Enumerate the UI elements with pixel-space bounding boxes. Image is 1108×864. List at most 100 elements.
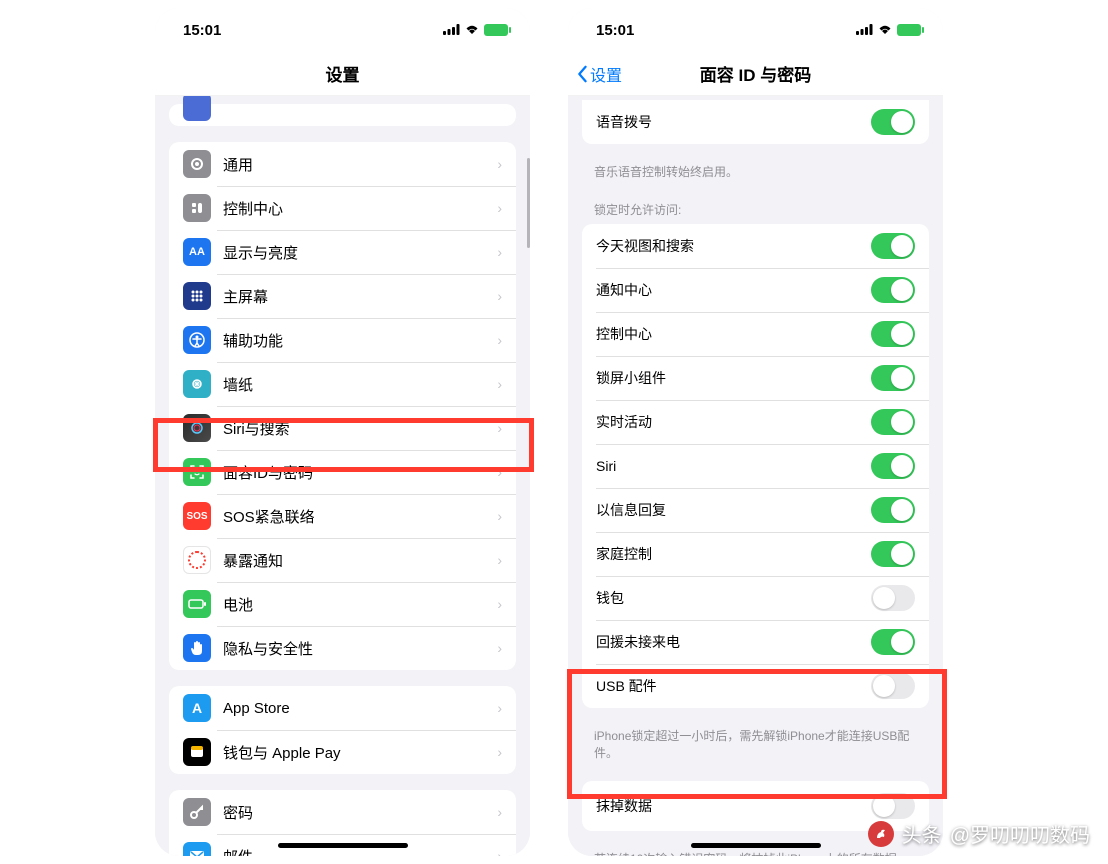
status-bar: 15:01 bbox=[568, 8, 943, 52]
row-siri[interactable]: Siri与搜索 › bbox=[169, 406, 516, 450]
row-wallpaper[interactable]: 墙纸 › bbox=[169, 362, 516, 406]
settings-content: 通用 › 控制中心 › AA 显示与亮度 › 主屏幕 › 辅助功能 › bbox=[155, 96, 530, 856]
row-faceid[interactable]: 面容ID与密码 › bbox=[169, 450, 516, 494]
row-label: App Store bbox=[223, 700, 497, 717]
appstore-icon: A bbox=[183, 694, 211, 722]
row-privacy[interactable]: 隐私与安全性 › bbox=[169, 626, 516, 670]
voice-dial-group: 语音拨号 bbox=[582, 100, 929, 144]
toggle-siri[interactable] bbox=[871, 453, 915, 479]
status-bar: 15:01 bbox=[155, 8, 530, 52]
row-general[interactable]: 通用 › bbox=[169, 142, 516, 186]
home-indicator[interactable] bbox=[278, 843, 408, 848]
wallpaper-icon bbox=[183, 370, 211, 398]
toggle-voice-dial[interactable] bbox=[871, 109, 915, 135]
row-label: Siri bbox=[596, 458, 871, 474]
row-passwords[interactable]: 密码 › bbox=[169, 790, 516, 834]
row-label: 隐私与安全性 bbox=[223, 638, 497, 659]
wallet-icon bbox=[183, 738, 211, 766]
erase-footer-1: 若连续10次输入错误密码，将抹掉此iPhone上的所有数据。 bbox=[568, 847, 943, 856]
faceid-content: 语音拨号 音乐语音控制转始终启用。 锁定时允许访问: 今天视图和搜索 通知中心 … bbox=[568, 96, 943, 856]
row-label: 今天视图和搜索 bbox=[596, 236, 871, 256]
wifi-icon bbox=[464, 22, 480, 39]
sos-icon: SOS bbox=[183, 502, 211, 530]
toggle-lock-widgets[interactable] bbox=[871, 365, 915, 391]
row-exposure[interactable]: 暴露通知 › bbox=[169, 538, 516, 582]
row-label: 实时活动 bbox=[596, 412, 871, 432]
accessibility-icon bbox=[183, 326, 211, 354]
row-label: USB 配件 bbox=[596, 676, 871, 696]
toggle-erase-data[interactable] bbox=[871, 793, 915, 819]
chevron-icon: › bbox=[497, 640, 502, 656]
row-label: 控制中心 bbox=[223, 198, 497, 219]
nav-bar: 设置 bbox=[155, 52, 530, 96]
row-label: 回援未接来电 bbox=[596, 632, 871, 652]
left-phone-settings: 15:01 设置 通用 › 控制中心 › bbox=[155, 8, 530, 856]
row-return-calls: 回援未接来电 bbox=[582, 620, 929, 664]
row-control-center[interactable]: 控制中心 › bbox=[169, 186, 516, 230]
home-indicator[interactable] bbox=[691, 843, 821, 848]
toggle-reply-message[interactable] bbox=[871, 497, 915, 523]
chevron-icon: › bbox=[497, 508, 502, 524]
row-label: 主屏幕 bbox=[223, 286, 497, 307]
home-screen-icon bbox=[183, 282, 211, 310]
chevron-icon: › bbox=[497, 156, 502, 172]
toggle-home-control[interactable] bbox=[871, 541, 915, 567]
row-label: 语音拨号 bbox=[596, 112, 871, 132]
toggle-today-view[interactable] bbox=[871, 233, 915, 259]
wifi-icon bbox=[877, 22, 893, 39]
row-wallet[interactable]: 钱包与 Apple Pay › bbox=[169, 730, 516, 774]
watermark-prefix: 头条 bbox=[902, 819, 942, 848]
lock-access-group: 今天视图和搜索 通知中心 控制中心 锁屏小组件 实时活动 Siri bbox=[582, 224, 929, 708]
toggle-usb-accessories[interactable] bbox=[871, 673, 915, 699]
toggle-return-calls[interactable] bbox=[871, 629, 915, 655]
row-siri: Siri bbox=[582, 444, 929, 488]
scroll-indicator[interactable] bbox=[527, 158, 530, 248]
row-label: 墙纸 bbox=[223, 374, 497, 395]
chevron-icon: › bbox=[497, 596, 502, 612]
watermark-text: @罗叨叨叨数码 bbox=[950, 819, 1090, 848]
passwords-icon bbox=[183, 798, 211, 826]
settings-group-1: 通用 › 控制中心 › AA 显示与亮度 › 主屏幕 › 辅助功能 › bbox=[169, 142, 516, 670]
row-battery[interactable]: 电池 › bbox=[169, 582, 516, 626]
chevron-icon: › bbox=[497, 376, 502, 392]
toggle-wallet[interactable] bbox=[871, 585, 915, 611]
row-label: 以信息回复 bbox=[596, 500, 871, 520]
right-phone-faceid: 15:01 设置 面容 ID 与密码 语音拨号 音乐语音控制转始终启用。 锁定时… bbox=[568, 8, 943, 856]
row-label: 通知中心 bbox=[596, 280, 871, 300]
row-label: 控制中心 bbox=[596, 324, 871, 344]
display-icon: AA bbox=[183, 238, 211, 266]
back-button[interactable]: 设置 bbox=[576, 62, 622, 86]
chevron-icon: › bbox=[497, 700, 502, 716]
row-display[interactable]: AA 显示与亮度 › bbox=[169, 230, 516, 274]
row-sos[interactable]: SOS SOS紧急联络 › bbox=[169, 494, 516, 538]
faceid-icon bbox=[183, 458, 211, 486]
watermark: 头条 @罗叨叨叨数码 bbox=[868, 819, 1090, 848]
row-accessibility[interactable]: 辅助功能 › bbox=[169, 318, 516, 362]
toggle-control-center[interactable] bbox=[871, 321, 915, 347]
toggle-notification-center[interactable] bbox=[871, 277, 915, 303]
chevron-icon: › bbox=[497, 552, 502, 568]
row-appstore[interactable]: A App Store › bbox=[169, 686, 516, 730]
nav-title: 面容 ID 与密码 bbox=[700, 61, 811, 86]
general-icon bbox=[183, 150, 211, 178]
row-label: SOS紧急联络 bbox=[223, 506, 497, 527]
row-label: 抹掉数据 bbox=[596, 796, 871, 816]
siri-icon bbox=[183, 414, 211, 442]
row-notification-center: 通知中心 bbox=[582, 268, 929, 312]
lock-access-header: 锁定时允许访问: bbox=[568, 187, 943, 222]
partial-row-top[interactable] bbox=[169, 104, 516, 126]
battery-icon bbox=[897, 24, 921, 36]
row-home-control: 家庭控制 bbox=[582, 532, 929, 576]
status-time: 15:01 bbox=[183, 22, 221, 39]
toggle-live-activities[interactable] bbox=[871, 409, 915, 435]
row-label: 钱包与 Apple Pay bbox=[223, 742, 497, 763]
row-home-screen[interactable]: 主屏幕 › bbox=[169, 274, 516, 318]
battery-icon bbox=[484, 24, 508, 36]
status-time: 15:01 bbox=[596, 22, 634, 39]
battery-icon-row bbox=[183, 590, 211, 618]
watermark-logo-icon bbox=[868, 821, 894, 847]
chevron-icon: › bbox=[497, 744, 502, 760]
chevron-icon: › bbox=[497, 420, 502, 436]
row-label: 通用 bbox=[223, 154, 497, 175]
row-label: 辅助功能 bbox=[223, 330, 497, 351]
